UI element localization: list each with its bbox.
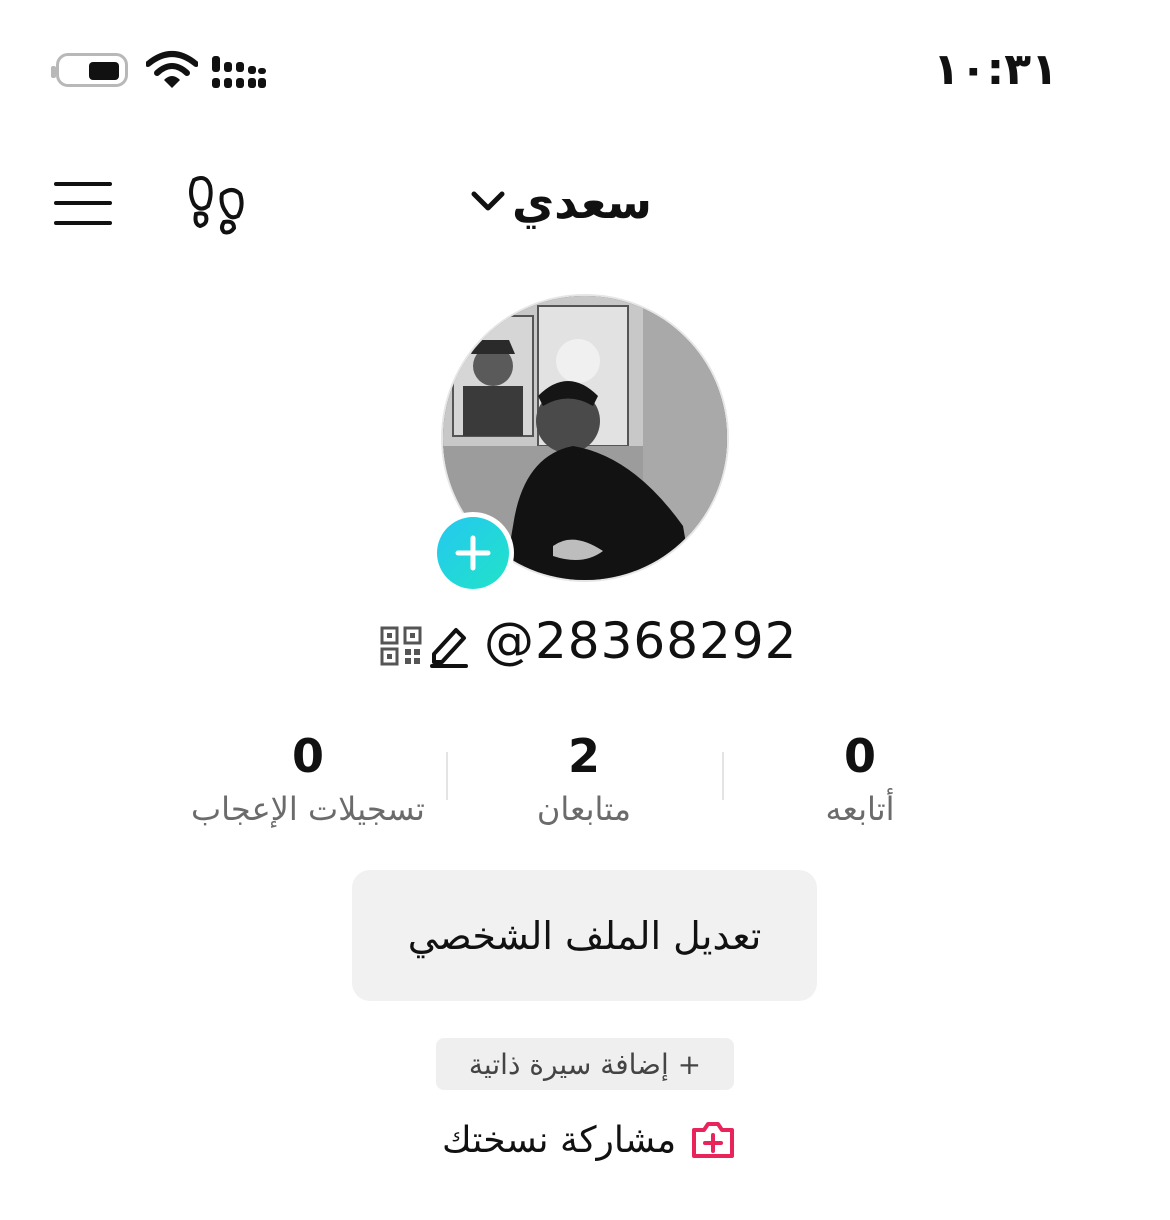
footprints-icon[interactable] bbox=[186, 174, 246, 236]
stat-value: 0 bbox=[843, 729, 876, 783]
pencil-icon[interactable] bbox=[428, 624, 470, 668]
divider bbox=[722, 752, 724, 800]
edit-profile-button[interactable]: تعديل الملف الشخصي bbox=[352, 870, 817, 1001]
plus-icon bbox=[455, 535, 491, 571]
stat-likes[interactable]: 0 تسجيلات الإعجاب bbox=[178, 728, 438, 828]
add-bio-button[interactable]: + إضافة سيرة ذاتية bbox=[436, 1038, 734, 1090]
profile-handle: @28368292 bbox=[484, 612, 798, 670]
profile-title: سعدي bbox=[512, 175, 652, 229]
account-switcher[interactable]: سعدي bbox=[470, 172, 652, 232]
qr-code-icon[interactable] bbox=[380, 626, 422, 666]
divider bbox=[446, 752, 448, 800]
battery-icon bbox=[51, 53, 128, 87]
add-avatar-button[interactable] bbox=[432, 512, 514, 594]
menu-icon[interactable] bbox=[54, 180, 114, 228]
stat-value: 0 bbox=[291, 729, 324, 783]
share-copy-button[interactable]: مشاركة نسختك bbox=[442, 1112, 736, 1168]
share-copy-label: مشاركة نسختك bbox=[442, 1119, 677, 1161]
stat-value: 2 bbox=[567, 729, 600, 783]
stat-followers[interactable]: 2 متابعان bbox=[454, 728, 714, 828]
stat-label: أتابعه bbox=[825, 790, 895, 828]
stat-label: متابعان bbox=[536, 790, 632, 828]
status-time: ١٠:٣١ bbox=[932, 44, 1058, 95]
stat-label: تسجيلات الإعجاب bbox=[191, 790, 425, 828]
chevron-down-icon bbox=[471, 191, 505, 211]
stat-following[interactable]: 0 أتابعه bbox=[730, 728, 990, 828]
add-photo-icon bbox=[692, 1122, 735, 1158]
wifi-icon bbox=[146, 51, 198, 88]
signal-icon bbox=[212, 56, 266, 88]
